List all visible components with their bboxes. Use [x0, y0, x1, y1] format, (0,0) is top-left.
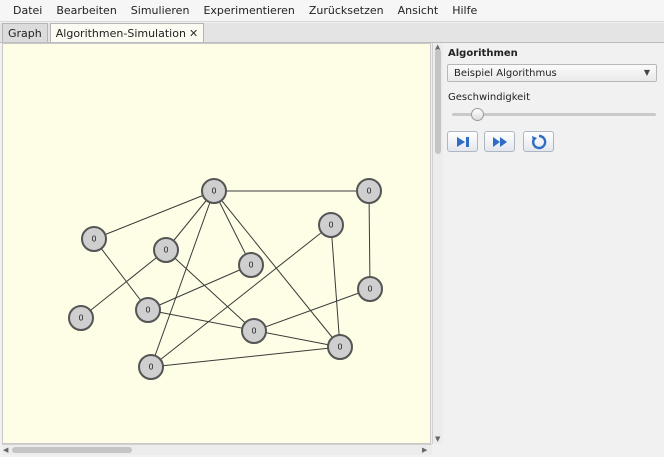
graph-edge — [253, 288, 371, 332]
graph-node-label: 0 — [251, 327, 256, 336]
graph-node-label: 0 — [366, 187, 371, 196]
graph-node-label: 0 — [337, 343, 342, 352]
scroll-right-icon[interactable]: ▶ — [422, 446, 427, 454]
graph-node[interactable]: 0 — [138, 354, 164, 380]
algorithm-select[interactable]: Beispiel Algorithmus ▼ — [447, 64, 657, 82]
graph-svg[interactable]: 0 0 0 0 0 0 0 0 0 0 0 0 — [3, 44, 431, 444]
close-icon[interactable]: ✕ — [189, 27, 198, 40]
tab-graph[interactable]: Graph — [2, 23, 48, 42]
graph-edge — [147, 264, 252, 311]
scroll-down-icon[interactable]: ▼ — [435, 435, 440, 443]
speed-slider-handle[interactable] — [471, 108, 485, 121]
menubar: Datei Bearbeiten Simulieren Experimentie… — [0, 0, 664, 22]
graph-node[interactable]: 0 — [68, 305, 94, 331]
algorithms-heading: Algorithmen — [448, 48, 518, 59]
graph-node[interactable]: 0 — [356, 178, 382, 204]
vertical-scroll-thumb[interactable] — [435, 49, 441, 154]
vertical-scrollbar[interactable]: ▲ ▼ — [432, 43, 443, 444]
tab-bar: Graph Algorithmen-Simulation ✕ — [0, 23, 664, 43]
graph-node[interactable]: 0 — [81, 226, 107, 252]
menu-hilfe[interactable]: Hilfe — [445, 2, 484, 20]
reset-button[interactable] — [523, 131, 554, 152]
side-panel: Algorithmen Beispiel Algorithmus ▼ Gesch… — [443, 43, 664, 457]
algorithm-select-value: Beispiel Algorithmus — [454, 67, 557, 79]
graph-node-label: 0 — [91, 235, 96, 244]
graph-edge — [93, 238, 149, 311]
horizontal-scroll-thumb[interactable] — [12, 447, 132, 453]
speed-label: Geschwindigkeit — [448, 92, 531, 103]
menu-bearbeiten[interactable]: Bearbeiten — [49, 2, 123, 20]
graph-node[interactable]: 0 — [153, 237, 179, 263]
step-button[interactable] — [447, 131, 478, 152]
tab-simulation-label: Algorithmen-Simulation — [55, 26, 186, 40]
graph-node-label: 0 — [148, 363, 153, 372]
tab-algorithmen-simulation[interactable]: Algorithmen-Simulation ✕ — [49, 23, 205, 42]
fast-forward-icon — [492, 136, 507, 147]
tab-graph-label: Graph — [8, 26, 42, 40]
graph-canvas[interactable]: 0 0 0 0 0 0 0 0 0 0 0 0 — [2, 43, 431, 444]
graph-node[interactable]: 0 — [357, 276, 383, 302]
graph-node-label: 0 — [248, 261, 253, 270]
chevron-down-icon: ▼ — [643, 68, 650, 77]
graph-node-label: 0 — [328, 221, 333, 230]
fast-forward-button[interactable] — [484, 131, 515, 152]
graph-edge — [93, 190, 215, 240]
graph-edge — [213, 190, 341, 348]
menu-experimentieren[interactable]: Experimentieren — [196, 2, 301, 20]
horizontal-scrollbar[interactable]: ◀ ▶ — [2, 444, 432, 455]
graph-node[interactable]: 0 — [241, 318, 267, 344]
graph-edge — [330, 224, 341, 348]
reset-icon — [531, 134, 546, 149]
graph-edge — [368, 190, 371, 290]
graph-node-label: 0 — [145, 306, 150, 315]
scroll-left-icon[interactable]: ◀ — [3, 446, 8, 454]
graph-edge — [150, 190, 215, 368]
graph-node[interactable]: 0 — [327, 334, 353, 360]
step-icon — [456, 136, 469, 147]
graph-node-label: 0 — [78, 314, 83, 323]
graph-node[interactable]: 0 — [135, 297, 161, 323]
graph-node[interactable]: 0 — [238, 252, 264, 278]
menu-ansicht[interactable]: Ansicht — [391, 2, 446, 20]
graph-node-label: 0 — [367, 285, 372, 294]
graph-node-label: 0 — [163, 246, 168, 255]
graph-node-label: 0 — [211, 187, 216, 196]
graph-edge — [150, 346, 341, 368]
graph-node[interactable]: 0 — [201, 178, 227, 204]
graph-node[interactable]: 0 — [318, 212, 344, 238]
menu-zuruecksetzen[interactable]: Zurücksetzen — [302, 2, 391, 20]
menu-simulieren[interactable]: Simulieren — [124, 2, 197, 20]
menu-datei[interactable]: Datei — [6, 2, 49, 20]
